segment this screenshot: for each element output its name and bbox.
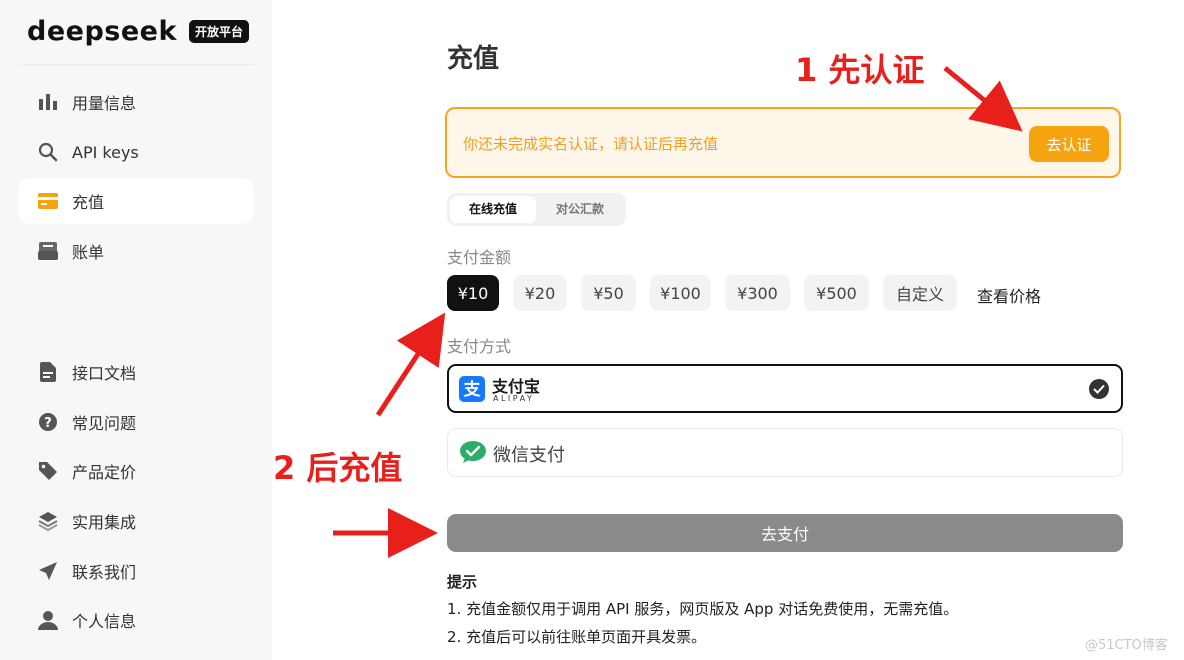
sidebar-item-label: 账单 bbox=[72, 243, 105, 262]
check-icon bbox=[1089, 379, 1109, 399]
sidebar-item-label: 联系我们 bbox=[72, 563, 137, 582]
layers-icon bbox=[38, 511, 58, 531]
verify-button[interactable]: 去认证 bbox=[1029, 126, 1109, 162]
alipay-sub: ALIPAY bbox=[493, 394, 535, 403]
amount-option-20[interactable]: ¥20 bbox=[513, 275, 567, 311]
amount-option-100[interactable]: ¥100 bbox=[650, 275, 711, 311]
sidebar-item-bill[interactable]: 账单 bbox=[18, 228, 254, 274]
sidebar-item-usage[interactable]: 用量信息 bbox=[18, 79, 254, 125]
tag-icon bbox=[38, 461, 58, 481]
wechat-icon bbox=[459, 440, 487, 468]
card-icon bbox=[38, 191, 58, 211]
sidebar-item-label: 接口文档 bbox=[72, 364, 137, 383]
warning-text: 你还未完成实名认证，请认证后再充值 bbox=[463, 135, 719, 153]
amount-option-50[interactable]: ¥50 bbox=[581, 275, 636, 311]
sidebar-item-integrations[interactable]: 实用集成 bbox=[18, 498, 254, 544]
svg-text:?: ? bbox=[44, 416, 52, 431]
payment-method-label: 支付方式 bbox=[447, 337, 512, 356]
amount-option-300[interactable]: ¥300 bbox=[725, 275, 790, 311]
alipay-icon: 支 bbox=[459, 376, 485, 402]
divider bbox=[20, 64, 255, 65]
bar-chart-icon bbox=[38, 92, 58, 112]
sidebar: deepseek 开放平台 用量信息 API keys 充值 账单 接口文档 ?… bbox=[0, 0, 272, 660]
sidebar-item-label: 用量信息 bbox=[72, 94, 137, 113]
send-icon bbox=[38, 561, 58, 581]
logo[interactable]: deepseek 开放平台 bbox=[27, 16, 249, 47]
question-icon: ? bbox=[38, 412, 58, 432]
page-title: 充值 bbox=[447, 44, 500, 74]
annotation-step-1: 1 先认证 bbox=[795, 51, 925, 89]
search-icon bbox=[38, 142, 58, 162]
sidebar-item-label: 充值 bbox=[72, 193, 105, 212]
amount-label: 支付金额 bbox=[447, 248, 512, 267]
logo-text: deepseek bbox=[27, 16, 177, 47]
watermark: @51CTO博客 bbox=[1085, 638, 1168, 653]
amount-option-500[interactable]: ¥500 bbox=[804, 275, 869, 311]
document-icon bbox=[38, 362, 58, 382]
amount-option-custom[interactable]: 自定义 bbox=[883, 275, 957, 311]
sidebar-item-label: 产品定价 bbox=[72, 463, 137, 482]
sidebar-item-api-keys[interactable]: API keys bbox=[18, 129, 254, 175]
wechat-name: 微信支付 bbox=[493, 445, 565, 466]
svg-text:支: 支 bbox=[464, 379, 482, 399]
logo-tag: 开放平台 bbox=[188, 20, 249, 43]
pay-button[interactable]: 去支付 bbox=[447, 514, 1123, 552]
recharge-tabs: 在线充值 对公汇款 bbox=[447, 193, 626, 226]
tips-title: 提示 bbox=[447, 573, 478, 591]
payment-option-alipay[interactable]: 支 支付宝 ALIPAY bbox=[447, 364, 1123, 413]
tab-online-recharge[interactable]: 在线充值 bbox=[450, 196, 536, 223]
sidebar-item-label: API keys bbox=[72, 142, 139, 162]
sidebar-item-label: 实用集成 bbox=[72, 513, 137, 532]
bill-icon bbox=[38, 241, 58, 261]
user-icon bbox=[38, 610, 58, 630]
tip-line-1: 1. 充值金额仅用于调用 API 服务，网页版及 App 对话免费使用，无需充值… bbox=[447, 600, 959, 618]
verification-warning: 你还未完成实名认证，请认证后再充值 去认证 bbox=[445, 107, 1121, 178]
sidebar-item-label: 常见问题 bbox=[72, 414, 137, 433]
view-price-link[interactable]: 查看价格 bbox=[977, 283, 1041, 307]
sidebar-item-contact[interactable]: 联系我们 bbox=[18, 548, 254, 594]
sidebar-item-api-docs[interactable]: 接口文档 bbox=[18, 349, 254, 395]
sidebar-item-profile[interactable]: 个人信息 bbox=[18, 597, 254, 643]
amount-option-10[interactable]: ¥10 bbox=[447, 275, 499, 311]
tab-corporate-transfer[interactable]: 对公汇款 bbox=[540, 196, 620, 223]
payment-option-wechat[interactable]: 微信支付 bbox=[447, 428, 1123, 477]
sidebar-item-label: 个人信息 bbox=[72, 612, 137, 631]
sidebar-item-faq[interactable]: ? 常见问题 bbox=[18, 399, 254, 445]
sidebar-item-recharge[interactable]: 充值 bbox=[18, 178, 254, 224]
annotation-step-2: 2 后充值 bbox=[273, 449, 403, 487]
sidebar-item-pricing[interactable]: 产品定价 bbox=[18, 448, 254, 494]
tip-line-2: 2. 充值后可以前往账单页面开具发票。 bbox=[447, 628, 707, 646]
arrow-to-amount bbox=[375, 312, 446, 417]
